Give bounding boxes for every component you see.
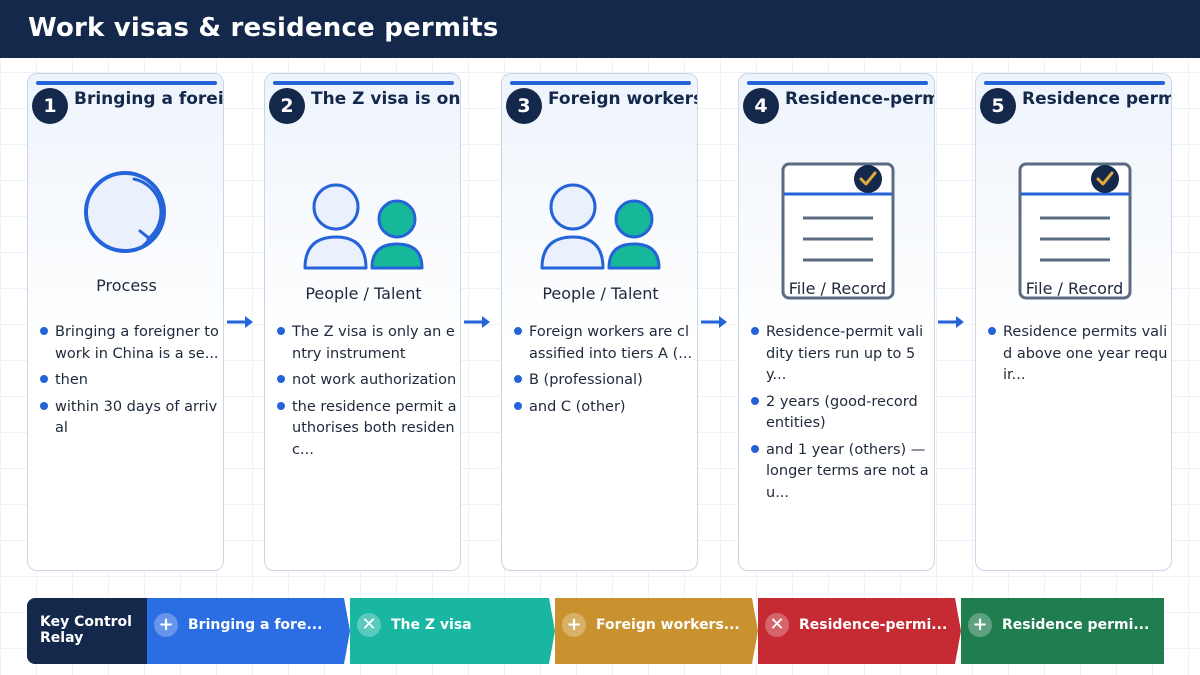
- card-accent-bar: [36, 81, 217, 85]
- plus-icon: +: [154, 613, 178, 637]
- people-icon: [265, 182, 460, 276]
- step-bullet-list: The Z visa is only an entry instrument n…: [275, 322, 457, 466]
- list-item: and C (other): [512, 397, 694, 419]
- step-icon-label: File / Record: [788, 279, 887, 298]
- list-item: Foreign workers are classified into tier…: [512, 322, 694, 365]
- step-card-2: 2 The Z visa is only... People / Talent …: [264, 73, 461, 571]
- step-bullet-list: Bringing a foreigner to work in China is…: [38, 322, 220, 445]
- flow-arrow-icon: [227, 316, 253, 328]
- step-icon-label: People / Talent: [305, 284, 422, 303]
- relay-segment-label: Residence-permi...: [799, 617, 948, 633]
- plus-icon: +: [562, 613, 586, 637]
- relay-segment-label: The Z visa: [391, 617, 472, 633]
- step-icon-label: Process: [96, 276, 157, 295]
- card-accent-bar: [510, 81, 691, 85]
- relay-segment-label: Foreign workers...: [596, 617, 740, 633]
- step-number-badge: 5: [980, 88, 1016, 124]
- card-accent-bar: [747, 81, 928, 85]
- card-accent-bar: [273, 81, 454, 85]
- list-item: then: [38, 370, 220, 392]
- flow-arrow-icon: [938, 316, 964, 328]
- cross-icon: ✕: [357, 613, 381, 637]
- relay-segment-label: Bringing a fore...: [188, 617, 323, 633]
- list-item: Residence-permit validity tiers run up t…: [749, 322, 931, 387]
- relay-segment-label: Residence permi...: [1002, 617, 1150, 633]
- relay-segment-4: ✕ Residence-permi...: [758, 598, 961, 664]
- flow-arrow-icon: [464, 316, 490, 328]
- relay-segment-5: + Residence permi...: [961, 598, 1164, 664]
- step-number-badge: 1: [32, 88, 68, 124]
- step-title: Residence permits v...: [1022, 89, 1171, 109]
- relay-title: Key Control Relay: [27, 598, 155, 664]
- flow-arrow-icon: [701, 316, 727, 328]
- header-bar: Work visas & residence permits: [0, 0, 1200, 58]
- step-icon-label: File / Record: [1025, 279, 1124, 298]
- relay-segment-2: ✕ The Z visa: [350, 598, 555, 664]
- people-icon: [502, 182, 697, 276]
- step-bullet-list: Residence permits valid above one year r…: [986, 322, 1168, 392]
- list-item: B (professional): [512, 370, 694, 392]
- step-icon-label: People / Talent: [542, 284, 659, 303]
- step-title: Foreign workers are...: [548, 89, 698, 109]
- step-card-1: 1 Bringing a foreigne... Process Bringin…: [27, 73, 224, 571]
- page-title: Work visas & residence permits: [28, 13, 499, 43]
- list-item: the residence permit authorises both res…: [275, 397, 457, 462]
- list-item: Residence permits valid above one year r…: [986, 322, 1168, 387]
- list-item: and 1 year (others) — longer terms are n…: [749, 440, 931, 505]
- list-item: Bringing a foreigner to work in China is…: [38, 322, 220, 365]
- step-bullet-list: Foreign workers are classified into tier…: [512, 322, 694, 423]
- step-card-4: 4 Residence-permit va... File / Record R…: [738, 73, 935, 571]
- relay-segment-3: + Foreign workers...: [555, 598, 758, 664]
- relay-segment-1: + Bringing a fore...: [147, 598, 350, 664]
- step-number-badge: 4: [743, 88, 779, 124]
- step-card-3: 3 Foreign workers are... People / Talent…: [501, 73, 698, 571]
- step-number-badge: 3: [506, 88, 542, 124]
- step-number-badge: 2: [269, 88, 305, 124]
- list-item: within 30 days of arrival: [38, 397, 220, 440]
- list-item: The Z visa is only an entry instrument: [275, 322, 457, 365]
- card-accent-bar: [984, 81, 1165, 85]
- step-bullet-list: Residence-permit validity tiers run up t…: [749, 322, 931, 509]
- list-item: not work authorization: [275, 370, 457, 392]
- cross-icon: ✕: [765, 613, 789, 637]
- step-card-5: 5 Residence permits v... File / Record R…: [975, 73, 1172, 571]
- step-title: Residence-permit va...: [785, 89, 934, 109]
- list-item: 2 years (good-record entities): [749, 392, 931, 435]
- plus-icon: +: [968, 613, 992, 637]
- process-ring-icon: [28, 167, 223, 263]
- step-title: The Z visa is only...: [311, 89, 461, 109]
- step-title: Bringing a foreigne...: [74, 89, 224, 109]
